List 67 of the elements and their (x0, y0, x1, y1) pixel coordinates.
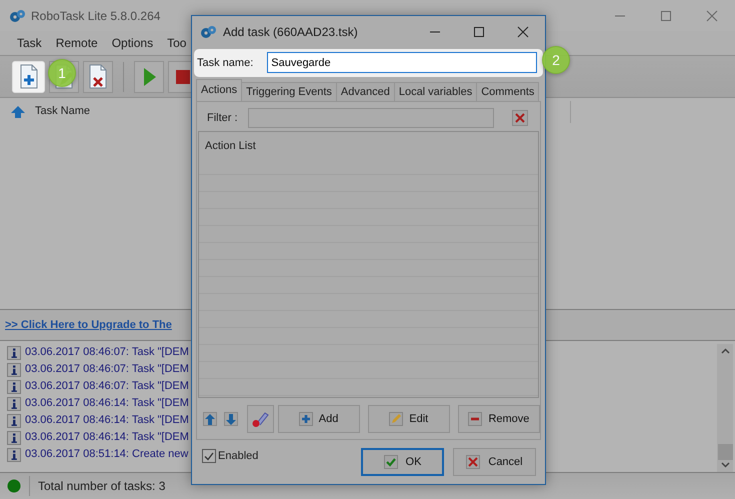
minus-icon (468, 412, 482, 426)
clear-icon (514, 112, 525, 123)
log-entry: 03.06.2017 08:46:07: Task "[DEM (25, 362, 189, 378)
info-icon (7, 380, 21, 394)
up-arrow-icon (204, 414, 215, 424)
cancel-button[interactable]: Cancel (453, 448, 536, 476)
sort-up-arrow-icon (11, 106, 25, 118)
remove-button[interactable]: Remove (458, 405, 540, 433)
list-header: Action List (205, 138, 256, 154)
window-title: RoboTask Lite 5.8.0.264 (31, 8, 160, 24)
info-icon (7, 362, 21, 376)
filter-field[interactable] (248, 108, 494, 128)
add-button[interactable]: Add (278, 405, 360, 433)
menu-item[interactable]: Options (104, 34, 160, 52)
log-entry: 03.06.2017 08:46:14: Task "[DEM (25, 430, 189, 446)
menu-item[interactable]: Task (10, 34, 49, 52)
tab[interactable]: Actions (196, 78, 242, 101)
log-entry: 03.06.2017 08:46:14: Task "[DEM (25, 396, 189, 412)
menu-item[interactable]: Too (160, 34, 194, 52)
info-icon (7, 396, 21, 410)
tab[interactable]: Comments (476, 82, 540, 101)
check-icon (204, 452, 214, 460)
tool-button[interactable] (246, 405, 274, 433)
maximize-icon (473, 26, 485, 38)
log-entry: 03.06.2017 08:51:14: Create new (25, 447, 188, 462)
down-arrow-icon (226, 414, 236, 424)
filter-label: Filter : (207, 110, 238, 126)
scroll-up-icon (720, 348, 730, 354)
tab[interactable]: Triggering Events (241, 82, 337, 101)
cancel-icon (466, 455, 480, 469)
status-text: Total number of tasks: 3 (38, 478, 166, 495)
info-icon (7, 414, 21, 428)
log-entry: 03.06.2017 08:46:14: Task "[DEM (25, 413, 189, 428)
info-icon (7, 346, 21, 360)
checkmark-icon (384, 455, 398, 469)
log-entry: 03.06.2017 08:46:07: Task "[DEM (25, 345, 189, 360)
toolbar-button[interactable] (83, 60, 113, 92)
task-name-field[interactable]: Sauvegarde (267, 52, 537, 74)
log-entry: 03.06.2017 08:46:07: Task "[DEM (25, 379, 189, 394)
close-icon (517, 26, 529, 38)
edit-button[interactable]: Edit (368, 405, 450, 433)
status-light-icon (7, 479, 21, 493)
checkbox-label: Enabled (218, 448, 258, 464)
scrollbar[interactable] (717, 344, 733, 472)
field-label: Task name: (197, 56, 254, 71)
info-icon (7, 430, 21, 444)
dialog-title: Add task (660AAD23.tsk) (223, 24, 358, 41)
clear-filter-button[interactable] (512, 110, 528, 126)
info-icon (7, 448, 21, 462)
enabled-checkbox[interactable] (202, 449, 216, 463)
scroll-down-icon (720, 462, 730, 468)
app-gears-icon (200, 24, 217, 40)
tab[interactable]: Advanced (336, 82, 395, 101)
move-down-button[interactable] (224, 412, 238, 426)
ok-button[interactable]: OK (361, 448, 444, 476)
pencil-icon (389, 412, 404, 426)
action-list[interactable]: Action List (198, 130, 539, 398)
maximize-icon (660, 10, 672, 22)
scroll-thumb[interactable] (718, 444, 732, 460)
tab[interactable]: Local variables (394, 82, 478, 101)
highlighted-toolbar-button[interactable] (12, 60, 45, 92)
menu-item[interactable]: Remote (48, 34, 105, 52)
move-up-button[interactable] (203, 412, 217, 426)
close-icon (706, 10, 718, 22)
app-gears-icon (9, 8, 26, 23)
column-header[interactable]: Task Name (35, 103, 90, 120)
plus-icon (298, 412, 313, 426)
